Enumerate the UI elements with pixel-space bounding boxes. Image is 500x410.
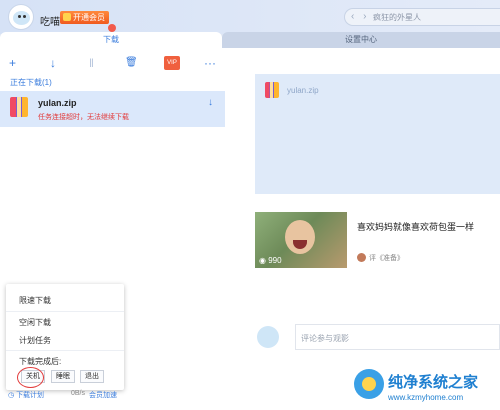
speed-readout: 0B/s [71,390,86,397]
avatar-eye-icon [23,15,26,18]
watermark-title: 纯净系统之家 [388,374,479,391]
start-download-icon[interactable]: ↓ [50,56,56,70]
zip-file-icon [10,97,28,117]
downloading-section-title: 正在下载(1) [10,78,52,87]
search-bar[interactable]: ‹ › 疯狂的外星人 [344,8,500,26]
comment-input[interactable]: 评论参与观影 [295,324,500,350]
highlight-circle [17,367,44,388]
watermark-url: www.kzmyhome.com [388,393,464,402]
search-placeholder[interactable]: 疯狂的外星人 [373,12,421,23]
video-source: 评《准备》 [357,253,404,263]
crown-icon [63,13,71,21]
watermark-logo-icon [354,369,384,399]
tab-download-label: 下载 [103,35,119,44]
pin-icon [108,24,116,32]
view-count-value: 990 [268,256,282,265]
view-count: ◉ 990 [259,256,282,265]
menu-divider [6,350,124,351]
vip-tool-icon[interactable]: VIP [164,56,180,70]
download-item[interactable]: yulan.zip 任务连接超时，无法继续下载 ↓ [0,91,225,127]
error-status: 任务连接超时，无法继续下载 [38,114,129,121]
more-icon[interactable]: ··· [204,56,216,70]
detail-panel: yulan.zip ◉ 990 喜欢妈妈就像喜欢荷包蛋一样 评《准备》 评论参与… [225,48,500,410]
open-vip-label: 开通会员 [73,13,105,22]
open-vip-button[interactable]: 开通会员 [60,11,109,24]
video-source-label: 评《准备》 [369,255,404,262]
tab-settings[interactable]: 设置中心 [222,32,500,48]
menu-item-limit-speed[interactable]: 限速下载 [19,295,51,306]
pause-icon[interactable]: ‖ [89,56,94,70]
site-watermark: 纯净系统之家 www.kzmyhome.com [354,365,500,410]
user-avatar[interactable] [8,4,34,30]
tab-bar: 下载 设置中心 [0,24,500,48]
add-task-icon[interactable]: + [9,56,16,70]
source-avatar [357,253,366,262]
after-download-label: 下载完成后: [19,357,62,366]
download-plan-label: 下载计划 [16,392,45,399]
file-preview: yulan.zip [255,74,500,194]
tab-download[interactable]: 下载 [0,24,222,48]
vip-accelerate-button[interactable]: 会员加速 [89,390,117,400]
comment-avatar [257,326,279,348]
video-thumbnail[interactable]: ◉ 990 [255,212,347,268]
avatar-eye-icon [18,15,21,18]
avatar-face-icon [13,11,30,25]
exit-button[interactable]: 退出 [80,370,104,383]
delete-icon[interactable]: 🗑 [125,56,138,70]
download-plan-button[interactable]: ◷ 下载计划 [8,390,44,400]
download-arrow-icon[interactable]: ↓ [208,97,213,108]
sleep-button[interactable]: 睡眠 [51,370,75,383]
back-forward-icon[interactable]: ‹ › [351,11,369,22]
menu-item-idle-download[interactable]: 空闲下载 [19,317,51,328]
menu-divider [6,311,124,312]
username[interactable]: 吃喵 [40,13,60,28]
zip-file-icon [265,82,279,98]
tab-settings-label: 设置中心 [345,35,377,44]
download-toolbar: + ↓ ‖ 🗑 VIP ··· [0,52,225,74]
video-title[interactable]: 喜欢妈妈就像喜欢荷包蛋一样 [357,220,474,233]
status-bar: ◷ 下载计划 0B/s 会员加速 [0,390,225,402]
preview-file-name: yulan.zip [287,86,319,95]
title-bar: 吃喵 开通会员 ‹ › 疯狂的外星人 [0,0,500,34]
file-name: yulan.zip [38,98,77,108]
menu-item-scheduled-task[interactable]: 计划任务 [19,335,51,346]
